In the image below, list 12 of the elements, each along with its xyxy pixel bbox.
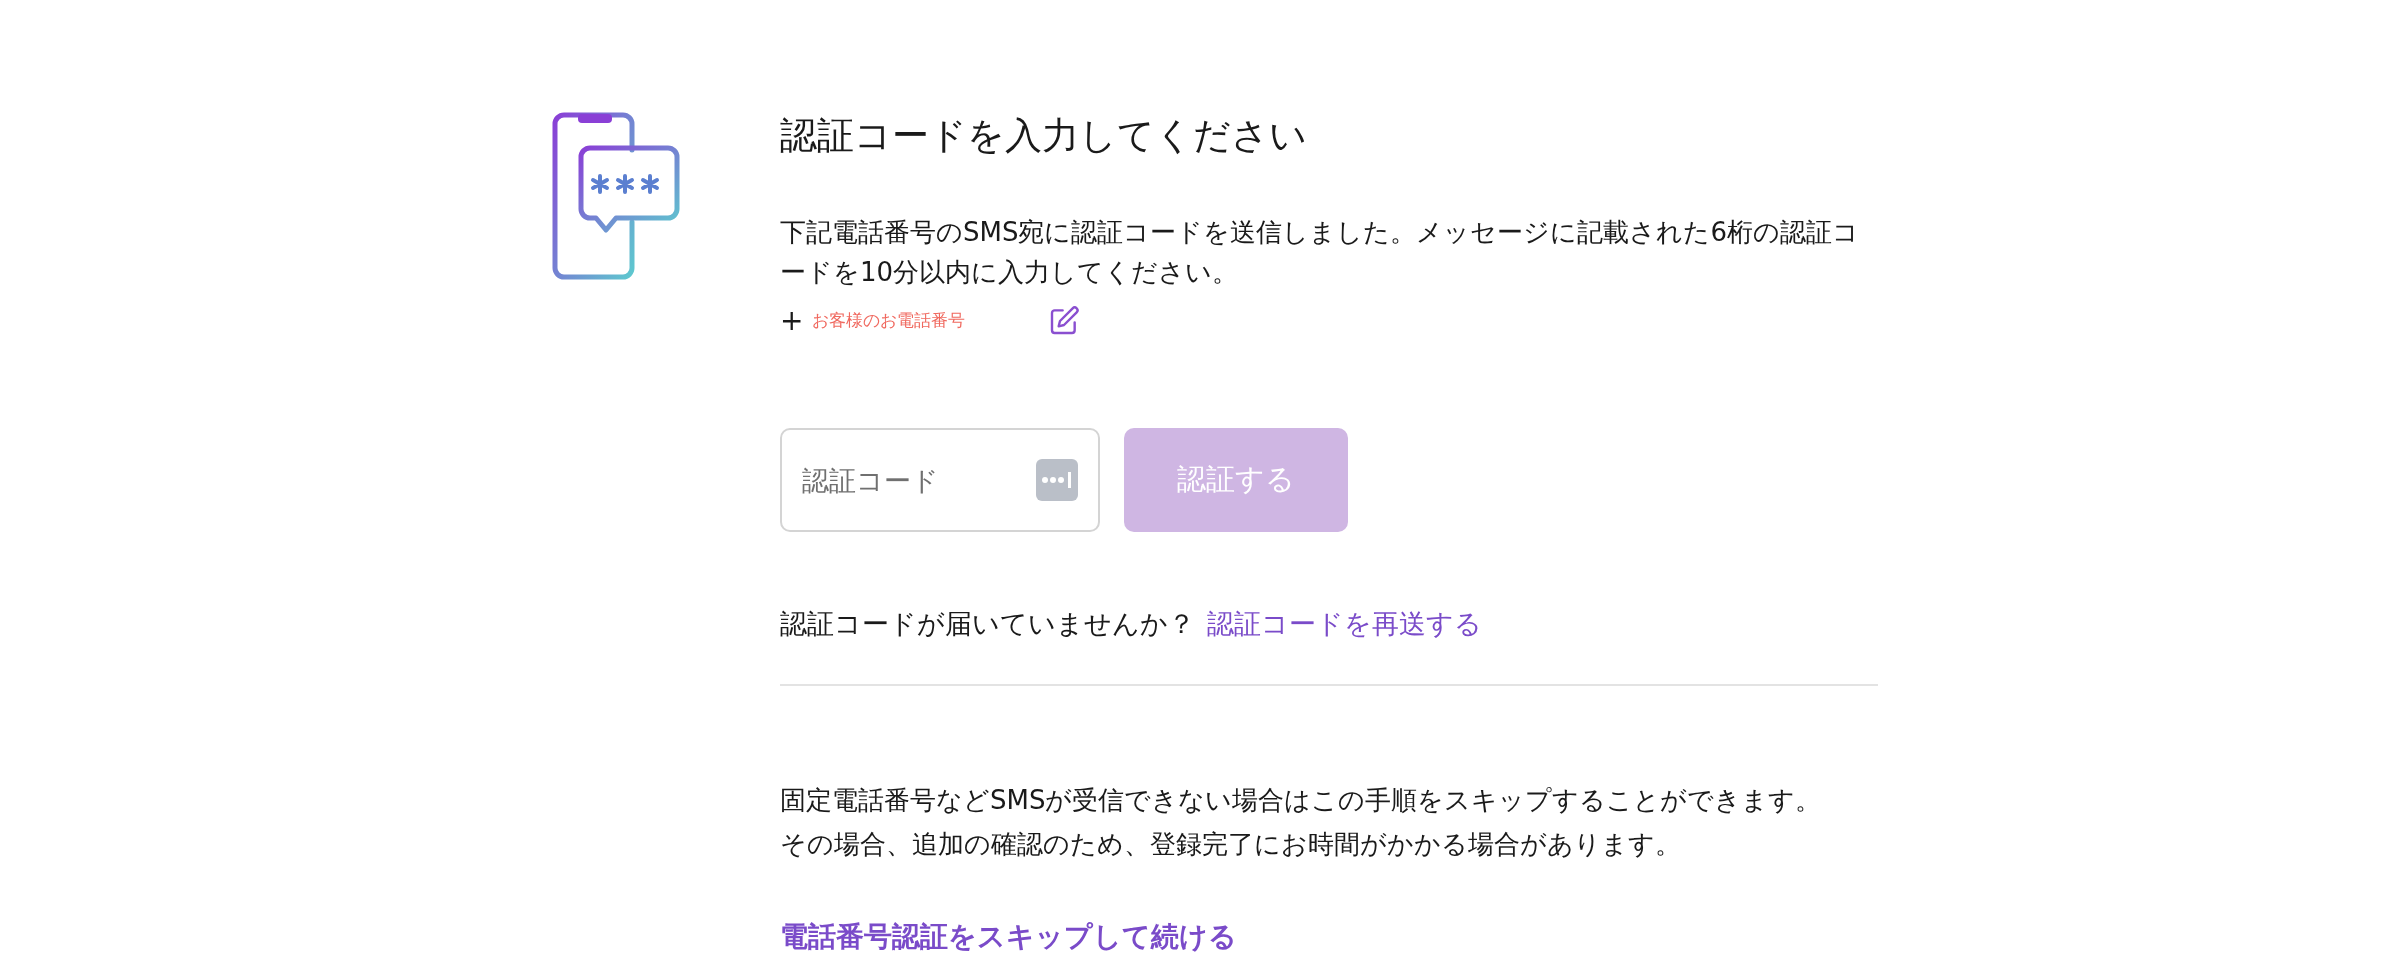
resend-prompt: 認証コードが届いていませんか？ xyxy=(780,607,1195,641)
description-text: 下記電話番号のSMS宛に認証コードを送信しました。メッセージに記載された6桁の認証コードを10分以内に入力してください。 xyxy=(780,216,1860,289)
skip-note-text: その場合、追加の確認のため、登録完了にお時間がかかる場合があります。 xyxy=(780,828,1682,861)
code-input-field[interactable]: 認証コード xyxy=(780,428,1100,532)
skip-link[interactable]: 電話番号認証をスキップして続ける xyxy=(780,916,1880,958)
edit-icon[interactable] xyxy=(1048,305,1080,337)
page-title: 認証コードを入力してください xyxy=(780,113,1308,159)
skip-note-text: 固定電話番号などSMSが受信できない場合はこの手順をスキップすることができます。 xyxy=(780,784,1823,817)
country-code-prefix: + xyxy=(780,303,805,339)
phone-number-text: お客様のお電話番号 xyxy=(812,309,966,333)
phone-message-icon xyxy=(552,112,680,280)
resend-link[interactable]: 認証コードを再送する xyxy=(1207,604,1482,644)
